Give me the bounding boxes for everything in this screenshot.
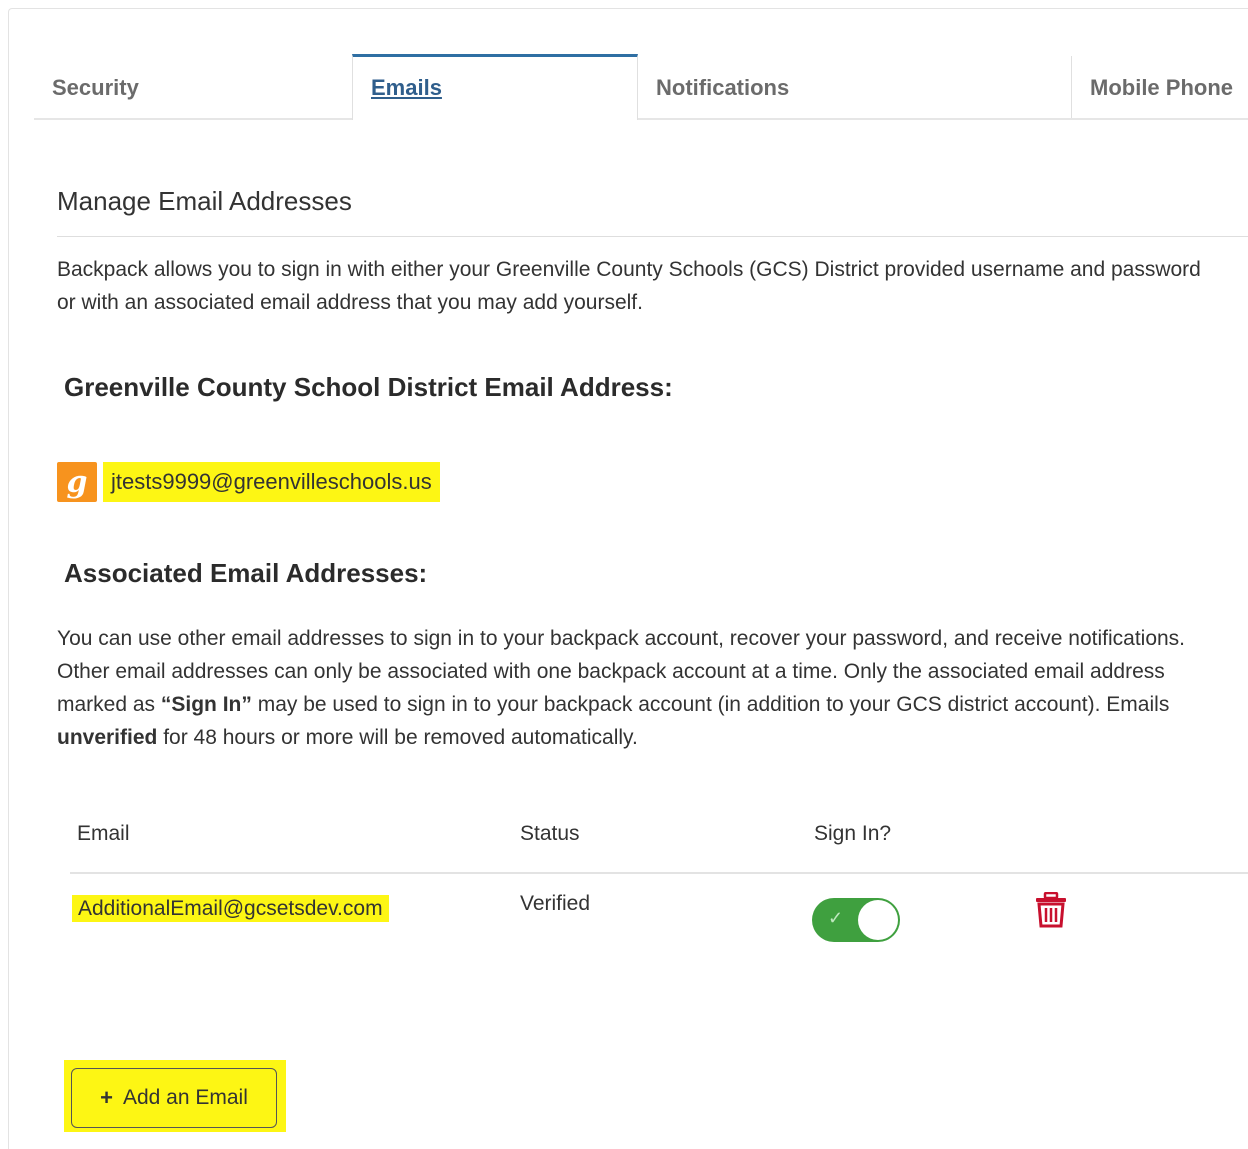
associated-emails-text: You can use other email addresses to sig… [57, 622, 1217, 754]
tab-notifications[interactable]: Notifications [638, 56, 1072, 118]
add-email-highlight: + Add an Email [64, 1060, 286, 1132]
tab-emails[interactable]: Emails [352, 54, 638, 120]
associated-emails-table: Email Status Sign In? AdditionalEmail@gc… [70, 812, 1248, 964]
title-divider [57, 236, 1248, 237]
table-header: Email Status Sign In? [70, 812, 1248, 874]
trash-icon[interactable] [1034, 892, 1068, 928]
district-email-address: jtests9999@greenvilleschools.us [103, 462, 440, 502]
toggle-knob [858, 900, 898, 940]
tab-security[interactable]: Security [34, 56, 352, 118]
tab-bar-underline [34, 118, 1248, 120]
associated-emails-heading: Associated Email Addresses: [64, 558, 428, 588]
associated-text-part: may be used to sign in to your backpack … [251, 693, 1170, 716]
column-header-email: Email [77, 822, 130, 845]
add-email-label: Add an Email [122, 1086, 248, 1109]
tab-bar: Security Emails Notifications Mobile Pho… [34, 54, 1248, 120]
column-header-status: Status [520, 822, 580, 845]
sign-in-term: “Sign In” [160, 693, 252, 716]
sign-in-toggle[interactable]: ✓ [812, 898, 900, 942]
page-title: Manage Email Addresses [57, 186, 352, 216]
district-email-heading: Greenville County School District Email … [64, 372, 673, 402]
intro-text: Backpack allows you to sign in with eith… [57, 258, 1201, 314]
table-row: AdditionalEmail@gcsetsdev.com Verified [70, 874, 1248, 964]
greenville-schools-logo-icon: g [57, 462, 97, 502]
plus-icon: + [100, 1085, 113, 1110]
column-header-sign-in: Sign In? [814, 822, 892, 845]
check-icon: ✓ [828, 908, 844, 928]
district-email-row: g jtests9999@greenvilleschools.us [57, 462, 440, 502]
email-cell: AdditionalEmail@gcsetsdev.com [72, 892, 389, 926]
tab-mobile-phone[interactable]: Mobile Phone [1071, 56, 1248, 118]
status-cell: Verified [520, 892, 591, 915]
associated-email-address: AdditionalEmail@gcsetsdev.com [72, 895, 389, 922]
add-email-button[interactable]: + Add an Email [71, 1068, 277, 1128]
associated-text-part: for 48 hours or more will be removed aut… [157, 726, 638, 749]
unverified-term: unverified [57, 726, 158, 749]
